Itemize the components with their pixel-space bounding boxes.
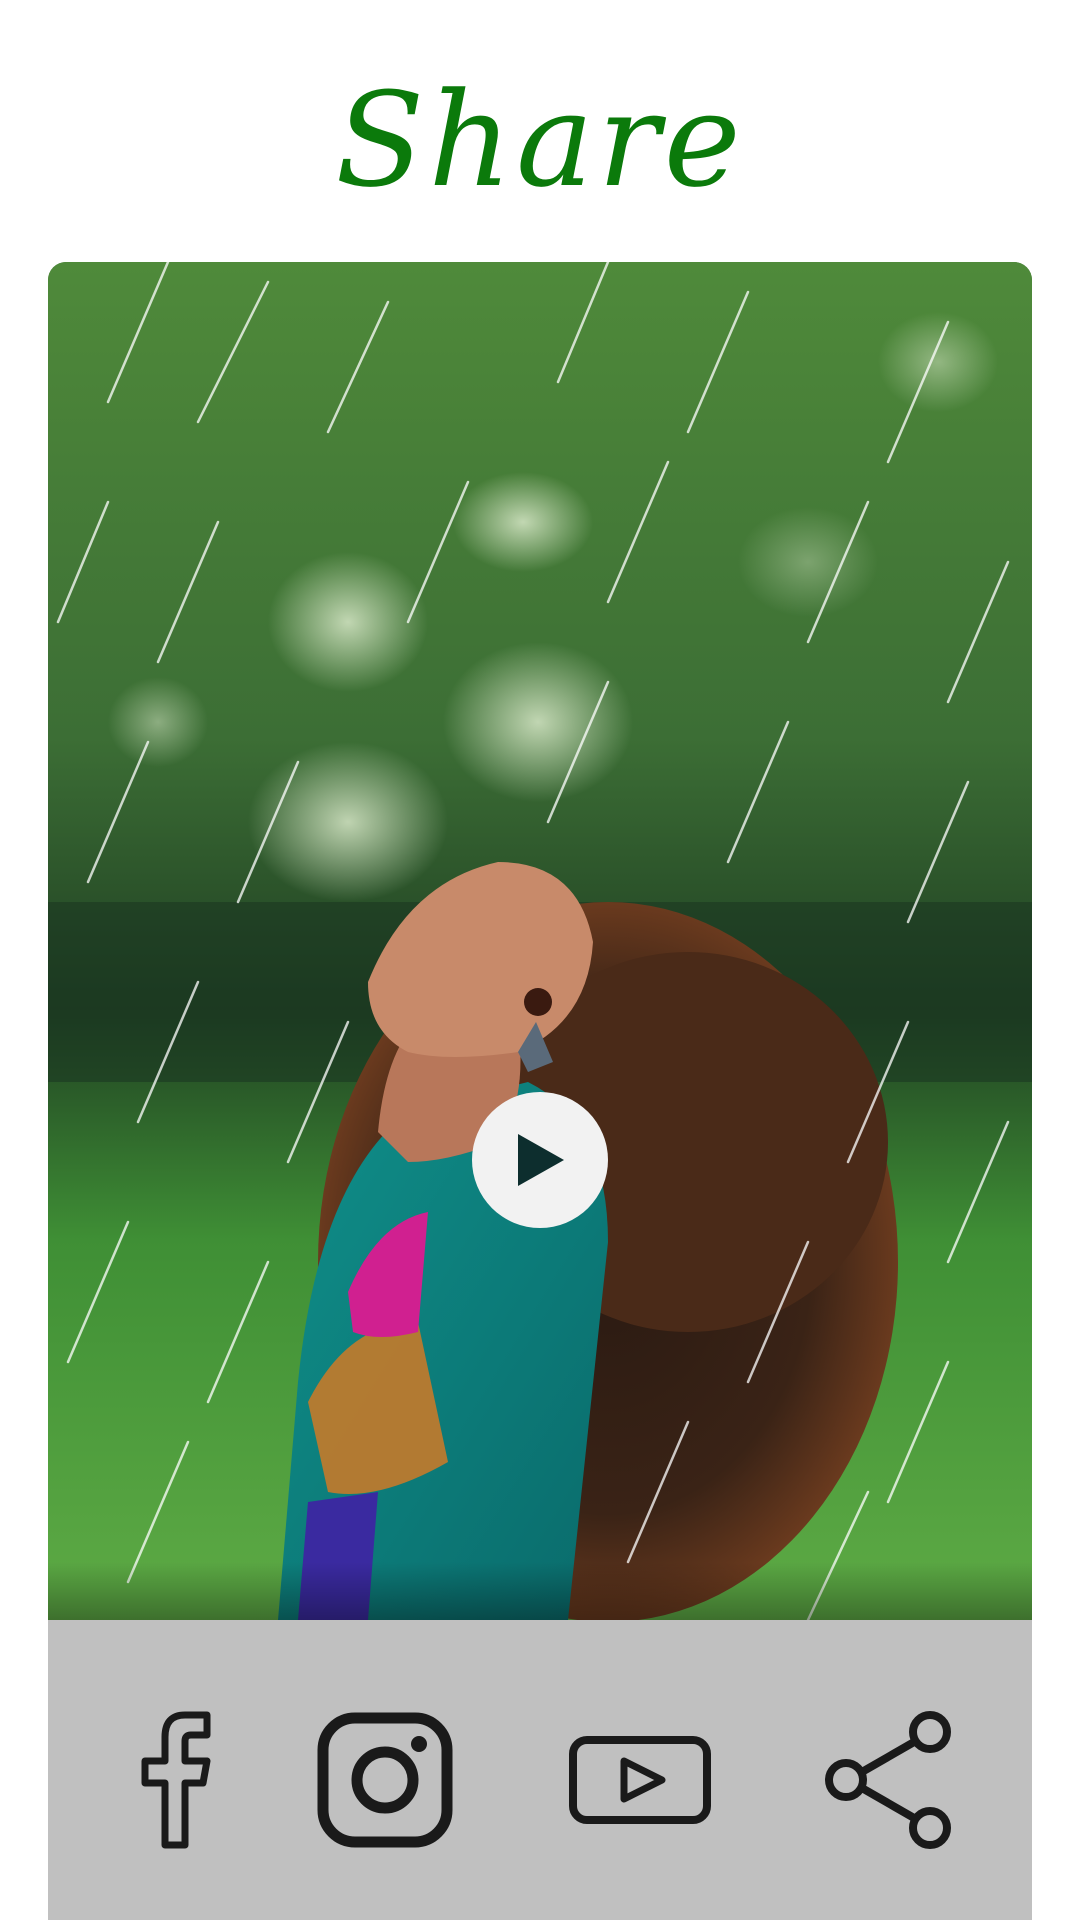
preview-image — [48, 262, 1032, 1620]
instagram-button[interactable] — [305, 1700, 465, 1860]
facebook-button[interactable] — [93, 1700, 253, 1860]
youtube-button[interactable] — [560, 1700, 720, 1860]
video-preview[interactable] — [48, 262, 1032, 1620]
page-title: Share — [335, 64, 745, 216]
play-icon — [518, 1134, 564, 1186]
instagram-icon — [317, 1712, 453, 1848]
youtube-icon — [569, 1736, 711, 1824]
play-button[interactable] — [472, 1092, 608, 1228]
share-icon — [825, 1711, 951, 1849]
facebook-icon — [141, 1711, 211, 1849]
share-button[interactable] — [808, 1700, 968, 1860]
share-bar — [48, 1620, 1032, 1920]
share-screen: Share — [0, 0, 1080, 1920]
